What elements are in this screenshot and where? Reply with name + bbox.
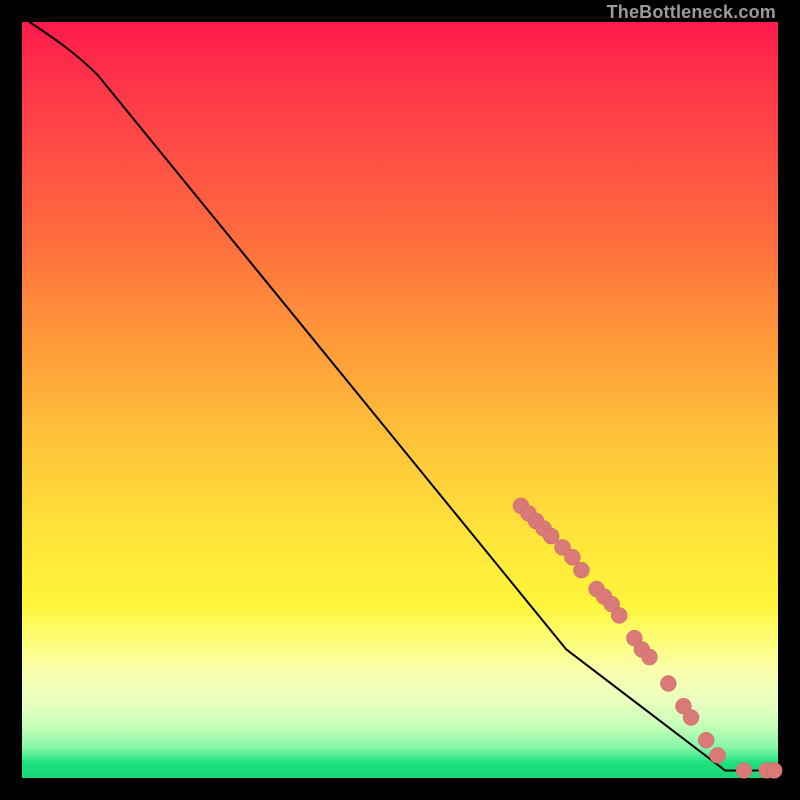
bottleneck-curve bbox=[30, 22, 771, 770]
data-marker bbox=[641, 649, 657, 665]
data-marker bbox=[766, 762, 782, 778]
data-marker bbox=[660, 676, 676, 692]
marker-group bbox=[513, 498, 782, 779]
plot-area bbox=[22, 22, 778, 778]
chart-stage: TheBottleneck.com bbox=[0, 0, 800, 800]
data-marker bbox=[698, 732, 714, 748]
data-marker bbox=[573, 562, 589, 578]
data-marker bbox=[736, 762, 752, 778]
attribution-label: TheBottleneck.com bbox=[607, 2, 776, 23]
data-marker bbox=[611, 607, 627, 623]
data-marker bbox=[683, 710, 699, 726]
curve-layer bbox=[22, 22, 778, 778]
data-marker bbox=[710, 747, 726, 763]
